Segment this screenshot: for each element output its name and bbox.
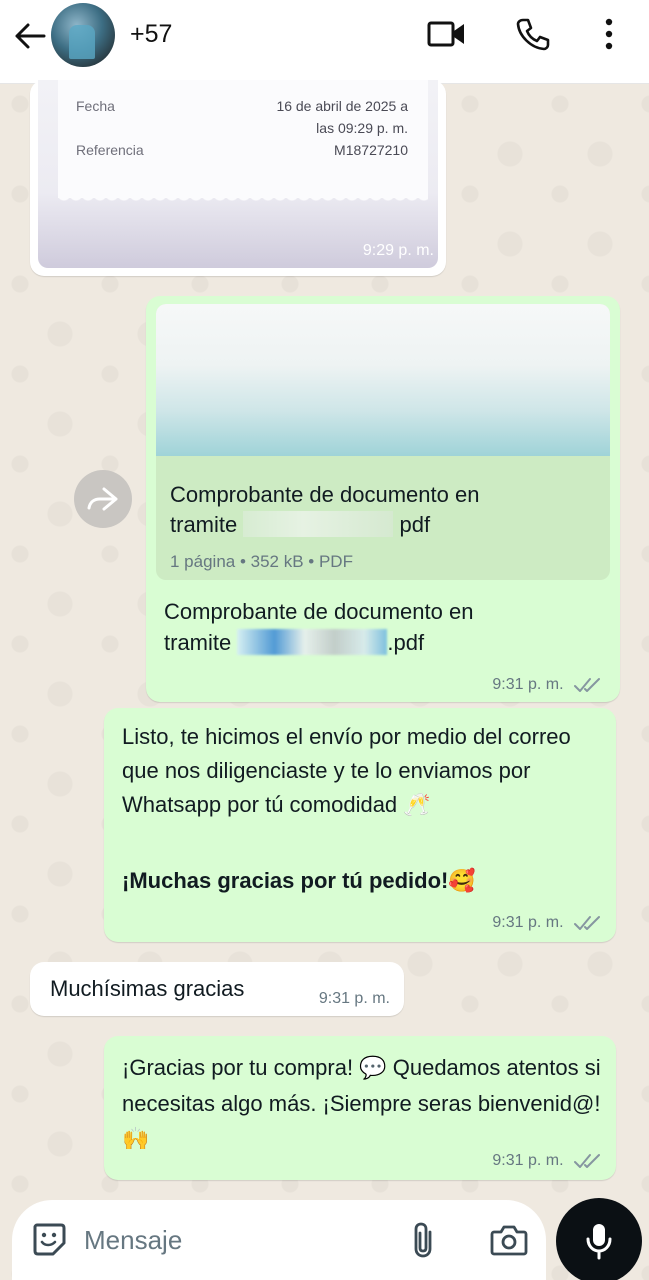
message-text: ¡Gracias por tu compra! 💬 Quedamos atent… [122,1050,602,1157]
receipt-edge [58,194,428,204]
contact-avatar[interactable] [51,3,115,67]
message-composer [12,1200,546,1280]
phone-call-icon[interactable] [511,14,555,54]
champagne-emoji: 🥂 [403,793,431,818]
document-message[interactable]: Comprobante de documento en tramite pdf … [146,296,620,702]
smiling-hearts-emoji: 🥰 [448,869,476,894]
pdf-file-name-prefix: tramite [170,512,238,537]
document-caption: Comprobante de documento en tramite .pdf [164,596,604,660]
pdf-attachment[interactable]: Comprobante de documento en tramite pdf … [156,304,610,580]
receipt-label: Referencia [76,142,144,158]
message-part1: ¡Gracias por tu compra! [122,1055,354,1080]
caption-prefix: tramite [164,630,232,655]
message-input[interactable] [84,1220,384,1260]
text-message[interactable]: ¡Gracias por tu compra! 💬 Quedamos atent… [104,1036,616,1180]
text-message[interactable]: Listo, te hicimos el envío por medio del… [104,708,616,942]
redacted-text [243,510,394,537]
forward-icon [87,487,118,511]
sticker-icon[interactable] [30,1220,68,1258]
receipt-value: 16 de abril de 2025 a [276,98,408,114]
message-time-row: 9:31 p. m. [492,914,602,932]
contact-name[interactable]: +57 [130,20,172,49]
speech-bubble-emoji: 💬 [359,1056,387,1081]
caption-line1: Comprobante de documento en [164,599,474,624]
video-call-icon[interactable] [425,14,469,54]
pdf-file-name-suffix: pdf [399,512,431,537]
more-vert-icon[interactable] [587,14,631,54]
receipt-value: las 09:29 p. m. [316,120,408,136]
receipt-value: M18727210 [334,142,408,158]
pdf-thumbnail[interactable] [156,304,610,456]
message-time-row: 9:31 p. m. [492,1152,602,1170]
message-time-row: 9:31 p. m. [492,676,602,694]
message-time: 9:31 p. m. [492,676,564,693]
receipt-image[interactable]: Fecha 16 de abril de 2025 a las 09:29 p.… [38,80,438,268]
read-ticks-icon [574,677,600,692]
chat-header: +57 [0,0,649,84]
incoming-message[interactable]: Muchísimas gracias 9:31 p. m. [30,962,404,1016]
read-ticks-icon [574,915,600,930]
camera-icon[interactable] [486,1218,532,1262]
message-text: Muchísimas gracias [50,976,245,1001]
caption-suffix: .pdf [387,630,425,655]
message-time: 9:29 p. m. [362,242,434,259]
raising-hands-emoji: 🙌 [122,1127,150,1152]
message-time: 9:31 p. m. [492,914,564,931]
image-message[interactable]: Fecha 16 de abril de 2025 a las 09:29 p.… [30,80,446,276]
message-text: Listo, te hicimos el envío por medio del… [122,720,602,823]
attach-icon[interactable] [404,1218,444,1262]
microphone-icon [586,1224,612,1260]
message-time: 9:31 p. m. [492,1152,564,1169]
pdf-file-name-line1: Comprobante de documento en [170,482,480,507]
message-bold-text: ¡Muchas gracias por tú pedido!🥰 [122,868,476,894]
message-bold: ¡Muchas gracias por tú pedido! [122,868,449,893]
pdf-meta: 1 página • 352 kB • PDF [170,552,353,571]
microphone-button[interactable] [556,1198,642,1280]
read-ticks-icon [574,1153,600,1168]
redacted-text [237,628,388,655]
forward-button[interactable] [74,470,132,528]
pdf-file-name: Comprobante de documento en tramite pdf [170,480,590,542]
receipt-label: Fecha [76,98,115,114]
message-time: 9:31 p. m. [318,990,390,1007]
message-body: Listo, te hicimos el envío por medio del… [122,724,571,817]
back-arrow-icon[interactable] [10,18,50,54]
